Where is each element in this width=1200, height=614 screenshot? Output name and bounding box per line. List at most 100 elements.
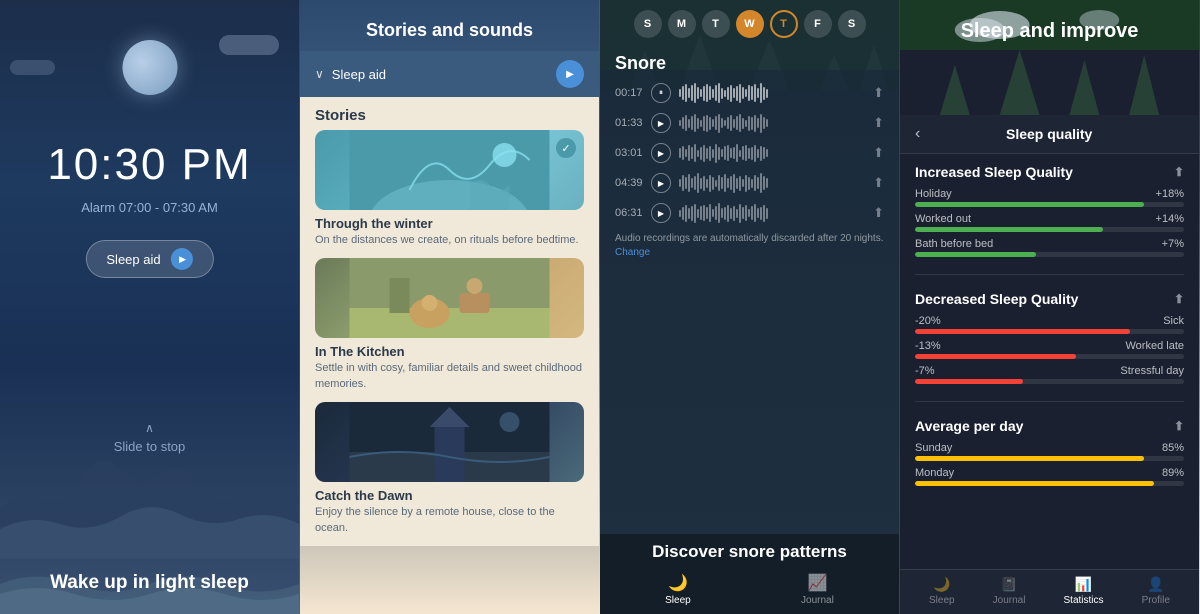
average-share-button[interactable]: ⬆ xyxy=(1174,419,1184,433)
story-name-dawn: Catch the Dawn xyxy=(315,488,584,503)
snore-content: Snore 00:17 ⏸ xyxy=(600,48,899,265)
quality-row-worked-late: -13% Worked late xyxy=(915,340,1184,359)
increased-quality-title: Increased Sleep Quality ⬆ xyxy=(915,164,1184,180)
story-kitchen-illustration xyxy=(315,258,584,338)
p4-statistics-label: Statistics xyxy=(1064,595,1104,606)
story-name-kitchen: In The Kitchen xyxy=(315,344,584,359)
p4-sleep-icon: 🌙 xyxy=(933,576,950,593)
sick-bar xyxy=(915,329,1130,334)
sunday-label: Sunday xyxy=(915,442,952,454)
p4-statistics-icon: 📊 xyxy=(1075,576,1092,593)
monday-bar xyxy=(915,481,1154,486)
worked-late-bar xyxy=(915,354,1076,359)
cloud-decoration-2 xyxy=(10,60,55,75)
holiday-bar xyxy=(915,202,1144,207)
sleep-aid-play-icon[interactable]: ▶ xyxy=(171,248,193,270)
quality-row-sunday: Sunday 85% xyxy=(915,442,1184,461)
sleep-aid-bar-play-button[interactable]: ▶ xyxy=(556,60,584,88)
share-icon-2[interactable]: ⬆ xyxy=(873,115,884,131)
story-check-icon: ✓ xyxy=(556,138,576,158)
chevron-up-icon: ∧ xyxy=(0,421,299,435)
nav-sleep[interactable]: 🌙 Sleep xyxy=(665,573,691,606)
story-card-dawn[interactable]: Catch the Dawn Enjoy the silence by a re… xyxy=(300,402,599,546)
p4-nav-sleep[interactable]: 🌙 Sleep xyxy=(929,576,955,606)
waveform-4 xyxy=(679,172,865,194)
slide-to-stop[interactable]: ∧ Slide to stop xyxy=(0,421,299,454)
waveform-2 xyxy=(679,112,865,134)
worked-out-label: Worked out xyxy=(915,213,971,225)
p4-nav-statistics[interactable]: 📊 Statistics xyxy=(1064,576,1104,606)
alarm-display: Alarm 07:00 - 07:30 AM xyxy=(0,200,299,215)
audio-time-1: 00:17 xyxy=(615,87,643,99)
share-icon-5[interactable]: ⬆ xyxy=(873,205,884,221)
panel4-nav: 🌙 Sleep 📓 Journal 📊 Statistics 👤 Profile xyxy=(900,569,1199,614)
day-circle-fri[interactable]: F xyxy=(804,10,832,38)
panel-wake-up: 10:30 PM Alarm 07:00 - 07:30 AM Sleep ai… xyxy=(0,0,300,614)
stressful-label: Stressful day xyxy=(1120,365,1184,377)
moon-icon xyxy=(122,40,177,95)
decreased-share-button[interactable]: ⬆ xyxy=(1174,292,1184,306)
pause-button-1[interactable]: ⏸ xyxy=(651,83,671,103)
audio-row-2[interactable]: 01:33 ▶ ⬆ xyxy=(615,112,884,134)
play-button-3[interactable]: ▶ xyxy=(651,143,671,163)
audio-time-2: 01:33 xyxy=(615,117,643,129)
stories-label: Stories xyxy=(300,97,599,130)
sleep-aid-button[interactable]: Sleep aid ▶ xyxy=(85,240,213,278)
share-icon-1[interactable]: ⬆ xyxy=(873,85,884,101)
journal-nav-label: Journal xyxy=(801,595,834,606)
increased-share-button[interactable]: ⬆ xyxy=(1174,165,1184,179)
monday-value: 89% xyxy=(1162,467,1184,479)
quality-row-stressful: -7% Stressful day xyxy=(915,365,1184,384)
play-button-2[interactable]: ▶ xyxy=(651,113,671,133)
p4-nav-profile[interactable]: 👤 Profile xyxy=(1142,576,1170,606)
audio-row-3[interactable]: 03:01 ▶ ⬆ xyxy=(615,142,884,164)
story-card-winter[interactable]: ✓ Through the winter On the distances we… xyxy=(300,130,599,258)
sick-label: Sick xyxy=(1163,315,1184,327)
day-circle-mon[interactable]: M xyxy=(668,10,696,38)
monday-label: Monday xyxy=(915,467,954,479)
play-button-5[interactable]: ▶ xyxy=(651,203,671,223)
panel4-header-title: Sleep and improve xyxy=(900,20,1199,43)
increased-quality-section: Increased Sleep Quality ⬆ Holiday +18% W… xyxy=(900,154,1199,268)
story-card-kitchen[interactable]: In The Kitchen Settle in with cosy, fami… xyxy=(300,258,599,402)
day-selector[interactable]: S M T W T F S xyxy=(600,0,899,48)
share-icon-3[interactable]: ⬆ xyxy=(873,145,884,161)
bath-label: Bath before bed xyxy=(915,238,993,250)
divider-1 xyxy=(915,274,1184,275)
day-circle-thu[interactable]: T xyxy=(770,10,798,38)
waveform-3 xyxy=(679,142,865,164)
play-button-4[interactable]: ▶ xyxy=(651,173,671,193)
story-winter-illustration xyxy=(315,130,584,210)
sleep-aid-bar[interactable]: ∨ Sleep aid ▶ xyxy=(300,51,599,97)
audio-row-1[interactable]: 00:17 ⏸ xyxy=(615,82,884,104)
nav-journal[interactable]: 📈 Journal xyxy=(801,573,834,606)
stressful-bar xyxy=(915,379,1023,384)
sleep-aid-bar-label: Sleep aid xyxy=(332,67,386,82)
day-circle-sun[interactable]: S xyxy=(634,10,662,38)
time-display: 10:30 PM xyxy=(0,140,299,190)
day-circle-sat[interactable]: S xyxy=(838,10,866,38)
worked-out-bar xyxy=(915,227,1103,232)
waveform-5 xyxy=(679,202,865,224)
share-icon-4[interactable]: ⬆ xyxy=(873,175,884,191)
audio-row-5[interactable]: 06:31 ▶ ⬆ xyxy=(615,202,884,224)
change-link[interactable]: Change xyxy=(615,247,650,258)
average-section: Average per day ⬆ Sunday 85% Monday 89% xyxy=(900,408,1199,497)
day-circle-tue[interactable]: T xyxy=(702,10,730,38)
sunday-value: 85% xyxy=(1162,442,1184,454)
waveform-1 xyxy=(679,82,865,104)
panel2-title: Stories and sounds xyxy=(315,20,584,41)
journal-nav-icon: 📈 xyxy=(807,573,827,593)
bath-value: +7% xyxy=(1162,238,1184,250)
story-desc-winter: On the distances we create, on rituals b… xyxy=(315,233,584,248)
audio-row-4[interactable]: 04:39 ▶ ⬆ xyxy=(615,172,884,194)
story-desc-dawn: Enjoy the silence by a remote house, clo… xyxy=(315,505,584,536)
p4-nav-journal[interactable]: 📓 Journal xyxy=(993,576,1026,606)
worked-late-label: Worked late xyxy=(1126,340,1185,352)
back-arrow-icon[interactable]: ‹ xyxy=(915,125,920,143)
panel4-bg: Sleep and improve xyxy=(900,0,1199,115)
panel-stories: Stories and sounds ∨ Sleep aid ▶ Stories… xyxy=(300,0,600,614)
day-circle-wed[interactable]: W xyxy=(736,10,764,38)
p4-profile-label: Profile xyxy=(1142,595,1170,606)
worked-out-value: +14% xyxy=(1156,213,1184,225)
